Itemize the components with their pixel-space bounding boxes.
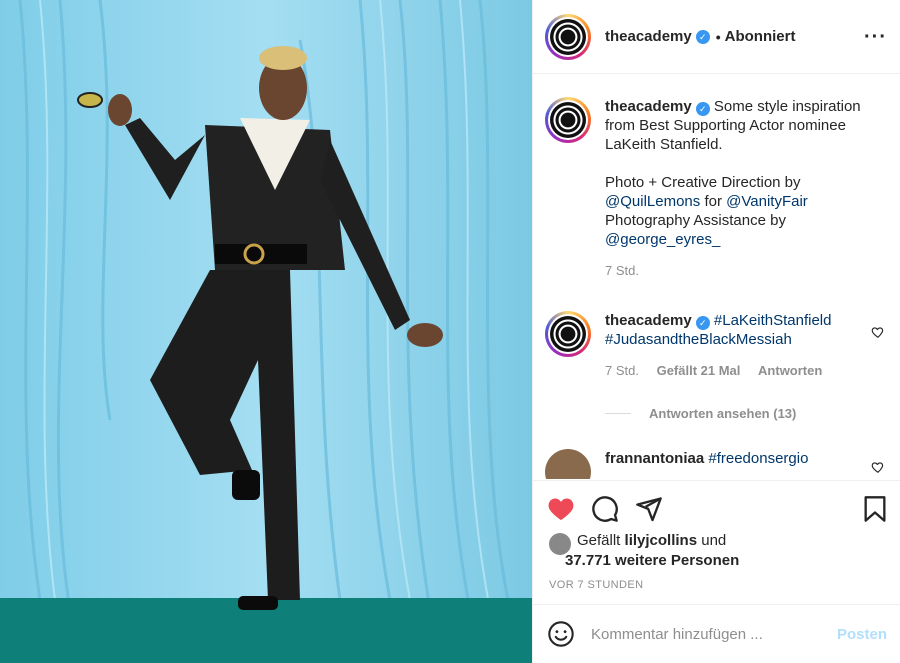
comments-list[interactable]: theacademy ✓ Some style inspiration from … <box>533 75 900 479</box>
author-username[interactable]: theacademy <box>605 28 692 45</box>
likes-prefix: Gefällt <box>577 532 621 549</box>
view-replies-button[interactable]: Antworten ansehen (13) <box>605 406 796 421</box>
comment-icon[interactable] <box>591 495 619 523</box>
emoji-icon[interactable] <box>547 620 575 648</box>
comment-body: frannantoniaa #freedonsergio <box>605 449 885 468</box>
caption-meta: 7 Std. <box>605 263 885 278</box>
post-header: theacademy ✓ • Abonniert ··· <box>533 0 900 74</box>
comment-username[interactable]: frannantoniaa <box>605 450 704 467</box>
caption-avatar[interactable] <box>545 97 591 143</box>
follow-status-button[interactable]: Abonniert <box>725 28 796 45</box>
comment-likes[interactable]: Gefällt 21 Mal <box>657 363 741 378</box>
caption-username[interactable]: theacademy <box>605 98 692 115</box>
share-icon[interactable] <box>635 495 663 523</box>
likes-summary: Gefällt lilyjcollins und 37.771 weitere … <box>549 531 739 571</box>
bookmark-icon[interactable] <box>861 495 889 523</box>
separator-dot: • <box>715 28 721 45</box>
hashtag-judas[interactable]: #JudasandtheBlackMessiah <box>605 331 792 348</box>
mention-quillemons[interactable]: @QuilLemons <box>605 193 700 210</box>
liker-username[interactable]: lilyjcollins <box>625 532 698 549</box>
verified-badge-icon: ✓ <box>695 29 710 44</box>
comment-body: theacademy ✓ #LaKeithStanfield #Judasandt… <box>605 311 885 349</box>
comment-item: frannantoniaa #freedonsergio <box>545 449 885 479</box>
post-comment-button[interactable]: Posten <box>837 626 887 643</box>
mention-vanityfair[interactable]: @VanityFair <box>726 193 808 210</box>
photo-illustration <box>0 0 532 663</box>
comment-like-heart-icon[interactable] <box>871 460 885 474</box>
comment-composer: Posten <box>533 604 900 663</box>
comment-meta: 7 Std. Gefällt 21 Mal Antworten <box>605 363 885 378</box>
comment-avatar[interactable] <box>545 449 591 479</box>
caption-time: 7 Std. <box>605 263 639 278</box>
caption-body: theacademy ✓ Some style inspiration from … <box>605 97 885 249</box>
more-options-icon[interactable]: ··· <box>864 26 887 49</box>
caption: theacademy ✓ Some style inspiration from … <box>545 97 885 278</box>
verified-badge-icon: ✓ <box>695 102 710 116</box>
comment-time: 7 Std. <box>605 363 639 378</box>
post-timestamp[interactable]: VOR 7 STUNDEN <box>549 579 643 591</box>
likes-count[interactable]: 37.771 weitere Personen <box>565 552 739 569</box>
verified-badge-icon: ✓ <box>695 316 710 330</box>
reply-button[interactable]: Antworten <box>758 363 822 378</box>
liker-avatar[interactable] <box>549 533 571 555</box>
likes-und: und <box>701 532 727 549</box>
post-actions: Gefällt lilyjcollins und 37.771 weitere … <box>533 480 900 604</box>
heart-filled-icon[interactable] <box>547 495 575 523</box>
hashtag-freedonsergio[interactable]: #freedonsergio <box>708 450 808 467</box>
credit-line-2: Photography Assistance by <box>605 212 786 229</box>
post-photo[interactable] <box>0 0 532 663</box>
replies-divider-line <box>605 413 631 414</box>
action-buttons <box>547 495 663 523</box>
mention-george-eyres[interactable]: @george_eyres_ <box>605 231 720 248</box>
comment-like-heart-icon[interactable] <box>871 325 885 339</box>
comment-username[interactable]: theacademy <box>605 312 692 329</box>
credit-line-1: Photo + Creative Direction by <box>605 174 801 191</box>
comment-item: theacademy ✓ #LaKeithStanfield #Judasandt… <box>545 311 885 378</box>
comment-avatar[interactable] <box>545 311 591 357</box>
hashtag-lakeithstanfield[interactable]: #LaKeithStanfield <box>714 312 832 329</box>
author-avatar[interactable] <box>545 13 591 60</box>
post-side-panel: theacademy ✓ • Abonniert ··· theacademy ✓… <box>532 0 900 663</box>
for-text: for <box>704 193 722 210</box>
comment-input[interactable] <box>591 625 837 643</box>
instagram-post-modal: theacademy ✓ • Abonniert ··· theacademy ✓… <box>0 0 900 663</box>
